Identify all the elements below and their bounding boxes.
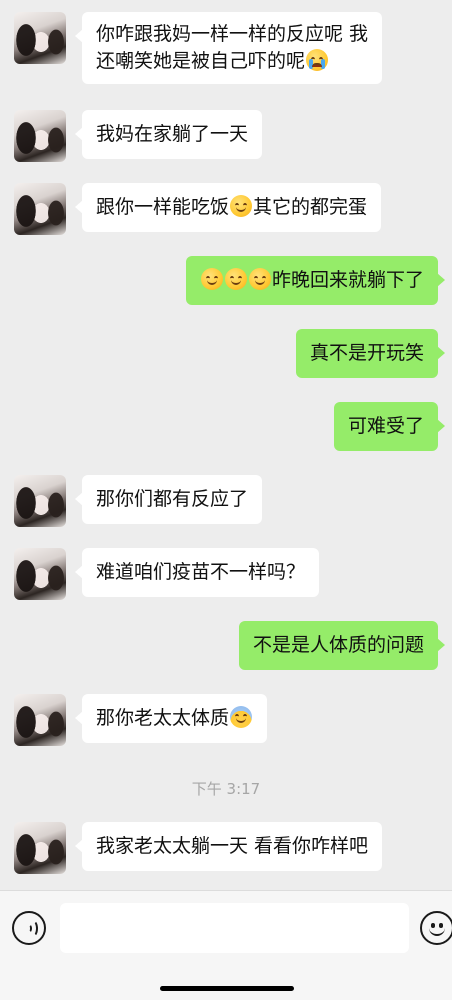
contact-avatar[interactable] <box>14 12 66 64</box>
contact-avatar[interactable] <box>14 110 66 162</box>
message-input[interactable] <box>60 903 409 953</box>
contact-avatar[interactable] <box>14 183 66 235</box>
loudly-crying-emoji <box>306 49 329 71</box>
message-bubble[interactable]: 不是是人体质的问题 <box>238 621 446 670</box>
voice-input-button[interactable] <box>12 911 46 945</box>
contact-avatar[interactable] <box>14 475 66 527</box>
message-bubble[interactable]: 那你们都有反应了 <box>74 475 263 524</box>
chat-message-list[interactable]: 你咋跟我妈一样一样的反应呢 我 还嘲笑她是被自己吓的呢 我妈在家躺了一天 跟你一… <box>0 0 452 890</box>
message-text: 不是是人体质的问题 <box>252 634 424 656</box>
message-text: 昨晚回来就躺下了 <box>271 269 424 291</box>
grin-emoji <box>200 268 223 290</box>
message-timestamp: 下午 3:17 <box>191 780 261 798</box>
emoji-picker-button[interactable] <box>420 911 452 945</box>
voice-wave-icon <box>28 920 38 937</box>
message-text: 我妈在家躺了一天 <box>96 123 249 145</box>
message-text: 跟你一样能吃饭 <box>96 196 230 218</box>
message-text: 那你们都有反应了 <box>96 488 249 510</box>
message-bubble[interactable]: 我家老太太躺一天 看看你咋样吧 <box>74 822 383 871</box>
message-bubble[interactable]: 跟你一样能吃饭 其它的都完蛋 <box>74 183 382 232</box>
message-bubble[interactable]: 昨晚回来就躺下了 <box>185 256 446 305</box>
grin-emoji <box>224 268 247 290</box>
chat-input-bar <box>0 890 452 1000</box>
contact-avatar[interactable] <box>14 694 66 746</box>
message-text: 真不是开玩笑 <box>309 342 424 364</box>
contact-avatar[interactable] <box>14 822 66 874</box>
home-indicator <box>160 986 294 991</box>
message-bubble[interactable]: 可难受了 <box>333 402 446 451</box>
message-bubble[interactable]: 我妈在家躺了一天 <box>74 110 263 159</box>
message-text: 那你老太太体质 <box>96 707 230 729</box>
message-text: 可难受了 <box>347 415 424 437</box>
message-bubble[interactable]: 那你老太太体质 <box>74 694 268 743</box>
message-text: 其它的都完蛋 <box>253 196 368 218</box>
contact-avatar[interactable] <box>14 548 66 600</box>
message-bubble[interactable]: 你咋跟我妈一样一样的反应呢 我 还嘲笑她是被自己吓的呢 <box>74 12 383 84</box>
message-bubble[interactable]: 难道咱们疫苗不一样吗？ <box>74 548 320 597</box>
message-text-line: 还嘲笑她是被自己吓的呢 <box>96 50 306 72</box>
message-text: 我家老太太躺一天 看看你咋样吧 <box>96 835 369 857</box>
message-bubble[interactable]: 真不是开玩笑 <box>295 329 446 378</box>
hand-over-mouth-emoji <box>230 195 253 217</box>
grin-emoji <box>248 268 271 290</box>
message-text-line: 你咋跟我妈一样一样的反应呢 我 <box>96 23 369 45</box>
message-text: 难道咱们疫苗不一样吗？ <box>96 561 306 583</box>
anxious-sweat-emoji <box>230 706 253 728</box>
